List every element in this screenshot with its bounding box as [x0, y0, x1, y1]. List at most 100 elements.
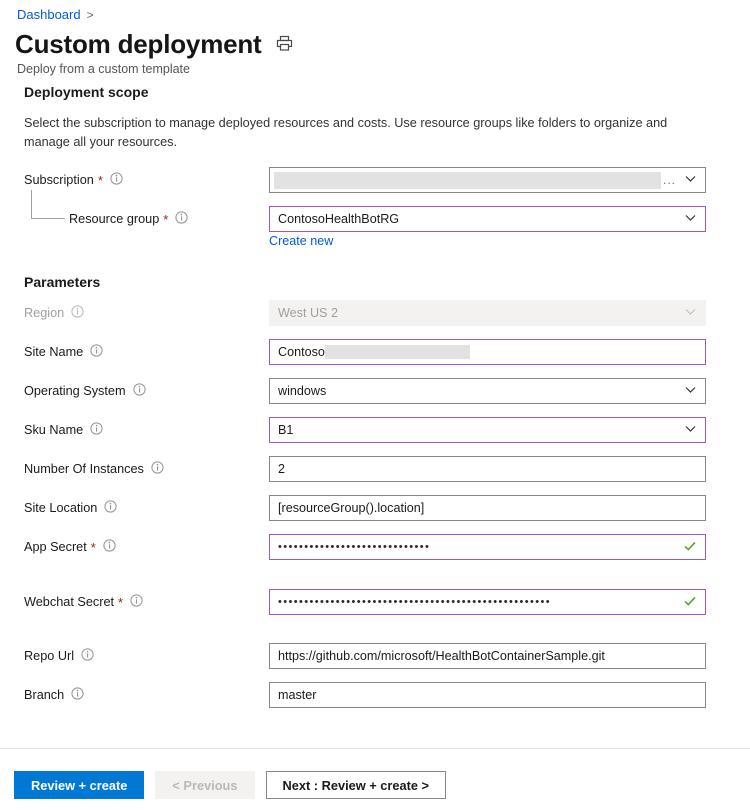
- chevron-down-icon: [684, 305, 697, 321]
- label-operating-system: Operating System: [24, 378, 146, 404]
- branch-input[interactable]: master: [269, 682, 706, 708]
- footer-actions: Review + create < Previous Next : Review…: [14, 771, 446, 799]
- webchat-secret-input[interactable]: ••••••••••••••••••••••••••••••••••••••••…: [269, 589, 706, 615]
- label-sku-name-text: Sku Name: [24, 423, 83, 437]
- form-row-sku-name: Sku Name B1: [0, 417, 750, 443]
- info-icon[interactable]: [175, 211, 188, 227]
- region-value: West US 2: [278, 306, 678, 320]
- validation-check-icon: [683, 539, 697, 556]
- form-row-site-location: Site Location [resourceGroup().location]: [0, 495, 750, 521]
- label-number-of-instances-text: Number Of Instances: [24, 462, 144, 476]
- label-region-text: Region: [24, 306, 64, 320]
- label-webchat-secret: Webchat Secret *: [24, 589, 143, 615]
- form-row-operating-system: Operating System windows: [0, 378, 750, 404]
- page-subtitle: Deploy from a custom template: [17, 62, 190, 76]
- form-row-repo-url: Repo Url https://github.com/microsoft/He…: [0, 643, 750, 669]
- sku-name-dropdown[interactable]: B1: [269, 417, 706, 443]
- label-site-name: Site Name: [24, 339, 103, 365]
- form-row-site-name: Site Name Contoso: [0, 339, 750, 365]
- info-icon[interactable]: [71, 687, 84, 703]
- chevron-down-icon: [684, 211, 697, 227]
- label-site-location: Site Location: [24, 495, 117, 521]
- branch-value: master: [278, 688, 697, 702]
- site-name-value: Contoso: [278, 345, 325, 359]
- required-asterisk: *: [91, 541, 96, 554]
- previous-button: < Previous: [155, 771, 254, 799]
- label-region: Region: [24, 300, 84, 326]
- chevron-down-icon: [684, 422, 697, 438]
- custom-deployment-page: Dashboard > Custom deployment Deploy fro…: [0, 0, 750, 810]
- form-row-number-of-instances: Number Of Instances 2: [0, 456, 750, 482]
- breadcrumb-separator: >: [87, 6, 94, 24]
- deployment-scope-description: Select the subscription to manage deploy…: [24, 114, 684, 152]
- label-number-of-instances: Number Of Instances: [24, 456, 164, 482]
- resource-group-value: ContosoHealthBotRG: [278, 212, 678, 226]
- info-icon[interactable]: [104, 500, 117, 516]
- operating-system-value: windows: [278, 384, 678, 398]
- repo-url-input[interactable]: https://github.com/microsoft/HealthBotCo…: [269, 643, 706, 669]
- site-name-input[interactable]: Contoso: [269, 339, 706, 365]
- label-operating-system-text: Operating System: [24, 384, 126, 398]
- repo-url-value: https://github.com/microsoft/HealthBotCo…: [278, 649, 697, 663]
- info-icon[interactable]: [81, 648, 94, 664]
- label-app-secret: App Secret *: [24, 534, 116, 560]
- create-new-resource-group-link[interactable]: Create new: [269, 234, 333, 248]
- info-icon[interactable]: [130, 594, 143, 610]
- number-of-instances-input[interactable]: 2: [269, 456, 706, 482]
- operating-system-dropdown[interactable]: windows: [269, 378, 706, 404]
- form-row-resource-group: Resource group * ContosoHealthBotRG: [0, 206, 750, 232]
- section-heading-parameters: Parameters: [24, 274, 100, 290]
- label-resource-group: Resource group *: [69, 206, 188, 232]
- label-webchat-secret-text: Webchat Secret: [24, 595, 114, 609]
- region-dropdown: West US 2: [269, 300, 706, 326]
- sku-name-value: B1: [278, 423, 678, 437]
- required-asterisk: *: [163, 213, 168, 226]
- label-repo-url-text: Repo Url: [24, 649, 74, 663]
- resource-group-dropdown[interactable]: ContosoHealthBotRG: [269, 206, 706, 232]
- form-row-branch: Branch master: [0, 682, 750, 708]
- label-subscription-text: Subscription: [24, 173, 94, 187]
- label-site-name-text: Site Name: [24, 345, 83, 359]
- app-secret-value: •••••••••••••••••••••••••••••: [278, 542, 430, 553]
- printer-icon[interactable]: [276, 35, 293, 57]
- label-sku-name: Sku Name: [24, 417, 103, 443]
- next-review-create-button[interactable]: Next : Review + create >: [266, 771, 447, 799]
- subscription-ellipsis: ...: [663, 173, 676, 187]
- validation-check-icon: [683, 594, 697, 611]
- review-create-button[interactable]: Review + create: [14, 771, 144, 799]
- site-location-value: [resourceGroup().location]: [278, 501, 697, 515]
- number-of-instances-value: 2: [278, 462, 697, 476]
- label-site-location-text: Site Location: [24, 501, 97, 515]
- form-row-region: Region West US 2: [0, 300, 750, 326]
- info-icon: [71, 305, 84, 321]
- label-repo-url: Repo Url: [24, 643, 94, 669]
- subscription-dropdown[interactable]: ...: [269, 167, 706, 193]
- info-icon[interactable]: [110, 172, 123, 188]
- info-icon[interactable]: [151, 461, 164, 477]
- info-icon[interactable]: [103, 539, 116, 555]
- subscription-redacted-value: [274, 172, 661, 189]
- form-row-webchat-secret: Webchat Secret * •••••••••••••••••••••••…: [0, 589, 750, 615]
- info-icon[interactable]: [90, 422, 103, 438]
- site-location-input[interactable]: [resourceGroup().location]: [269, 495, 706, 521]
- label-app-secret-text: App Secret: [24, 540, 87, 554]
- form-row-subscription: Subscription * ...: [0, 167, 750, 193]
- breadcrumb-dashboard[interactable]: Dashboard: [17, 6, 81, 24]
- footer-divider: [0, 748, 750, 749]
- webchat-secret-value: ••••••••••••••••••••••••••••••••••••••••…: [278, 597, 551, 608]
- label-resource-group-text: Resource group: [69, 212, 159, 226]
- section-heading-deployment-scope: Deployment scope: [24, 84, 148, 100]
- info-icon[interactable]: [90, 344, 103, 360]
- required-asterisk: *: [118, 596, 123, 609]
- page-title: Custom deployment: [15, 28, 262, 60]
- breadcrumb: Dashboard >: [17, 6, 94, 24]
- app-secret-input[interactable]: •••••••••••••••••••••••••••••: [269, 534, 706, 560]
- required-asterisk: *: [98, 174, 103, 187]
- site-name-redacted-suffix: [325, 345, 470, 359]
- form-row-app-secret: App Secret * •••••••••••••••••••••••••••…: [0, 534, 750, 560]
- chevron-down-icon: [684, 383, 697, 399]
- label-branch-text: Branch: [24, 688, 64, 702]
- info-icon[interactable]: [133, 383, 146, 399]
- label-branch: Branch: [24, 682, 84, 708]
- title-row: Custom deployment: [15, 28, 293, 60]
